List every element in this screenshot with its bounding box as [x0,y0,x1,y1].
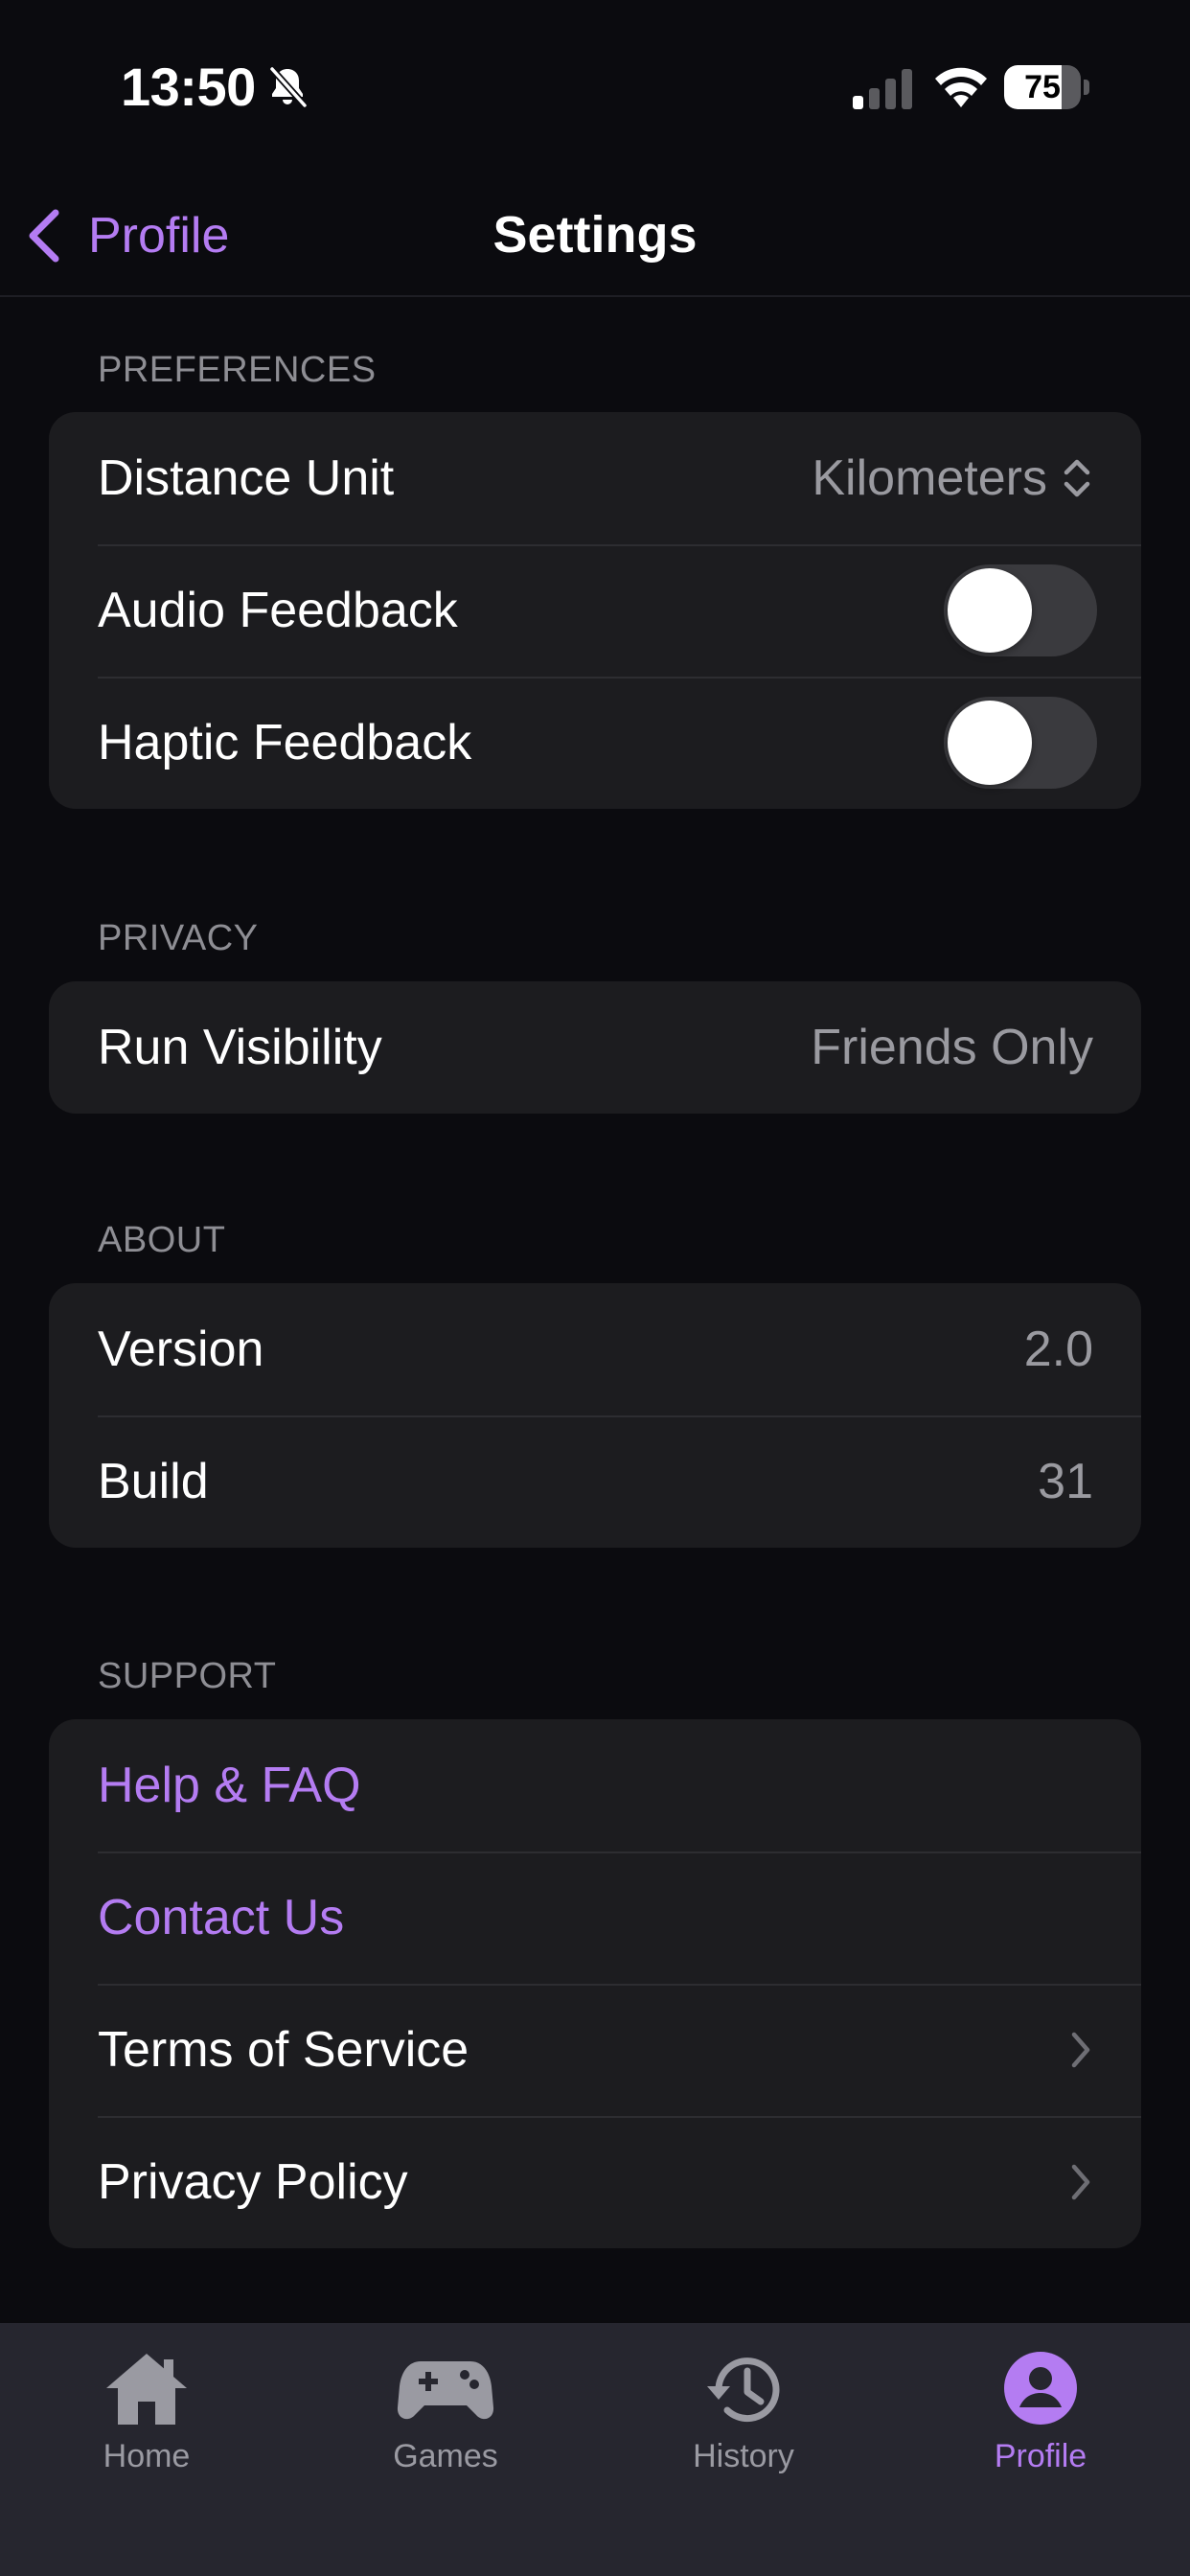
version-label: Version [98,1322,264,1377]
support-group: Help & FAQ Contact Us Terms of Service P… [49,1719,1141,2248]
tab-history-label: History [693,2438,794,2474]
tab-bar: Home Games History Profile [0,2323,1190,2576]
run-visibility-value: Friends Only [811,1020,1093,1075]
build-row: Build 31 [49,1415,1141,1548]
haptic-feedback-label: Haptic Feedback [98,715,472,770]
section-header-preferences: PREFERENCES [98,350,377,390]
battery-icon: 75 [1004,65,1090,109]
run-visibility-row[interactable]: Run Visibility Friends Only [49,981,1141,1114]
chevron-right-icon [1071,2032,1090,2068]
audio-feedback-row: Audio Feedback [49,544,1141,677]
signal-icon [853,69,912,109]
privacy-policy-row[interactable]: Privacy Policy [49,2116,1141,2248]
haptic-feedback-toggle[interactable] [944,697,1097,789]
about-group: Version 2.0 Build 31 [49,1283,1141,1548]
navigation-bar: Profile Settings [0,172,1190,297]
distance-unit-row[interactable]: Distance Unit Kilometers [49,412,1141,544]
distance-unit-picker[interactable]: Kilometers [812,449,1093,507]
terms-of-service-row[interactable]: Terms of Service [49,1984,1141,2116]
privacy-policy-label: Privacy Policy [98,2154,408,2210]
tab-home[interactable]: Home [27,2348,266,2501]
preferences-group: Distance Unit Kilometers Audio Feedback … [49,412,1141,809]
contact-us-row[interactable]: Contact Us [49,1852,1141,1984]
version-value: 2.0 [1023,1322,1093,1377]
section-header-privacy: PRIVACY [98,918,259,958]
tab-history[interactable]: History [624,2348,863,2501]
help-faq-row[interactable]: Help & FAQ [49,1719,1141,1852]
terms-of-service-label: Terms of Service [98,2022,469,2078]
distance-unit-value: Kilometers [812,450,1047,506]
build-label: Build [98,1454,209,1509]
section-header-about: ABOUT [98,1220,226,1260]
build-value: 31 [1038,1454,1093,1509]
battery-level: 75 [1024,69,1061,105]
version-row: Version 2.0 [49,1283,1141,1415]
section-header-support: SUPPORT [98,1656,277,1696]
status-bar: 13:50 75 [0,0,1190,172]
gamepad-icon [397,2361,494,2420]
bell-slash-icon [269,66,308,108]
chevron-up-down-icon [1064,459,1090,497]
history-icon [707,2358,780,2423]
contact-us-link[interactable]: Contact Us [98,1889,344,1946]
audio-feedback-label: Audio Feedback [98,583,458,638]
toggle-knob [948,568,1032,653]
toggle-knob [948,701,1032,785]
person-circle-icon [1004,2352,1077,2425]
tab-profile-label: Profile [994,2438,1087,2474]
wifi-icon [935,67,987,107]
status-time: 13:50 [121,57,256,117]
house-icon [106,2354,187,2425]
privacy-group: Run Visibility Friends Only [49,981,1141,1114]
tab-profile[interactable]: Profile [921,2348,1160,2501]
run-visibility-label: Run Visibility [98,1020,382,1075]
page-title: Settings [492,206,698,264]
tab-games-label: Games [393,2438,498,2474]
audio-feedback-toggle[interactable] [944,564,1097,656]
haptic-feedback-row: Haptic Feedback [49,677,1141,809]
distance-unit-label: Distance Unit [98,450,395,506]
tab-home-label: Home [103,2438,191,2474]
help-faq-link[interactable]: Help & FAQ [98,1757,361,1814]
chevron-right-icon [1071,2164,1090,2200]
tab-games[interactable]: Games [326,2348,565,2501]
